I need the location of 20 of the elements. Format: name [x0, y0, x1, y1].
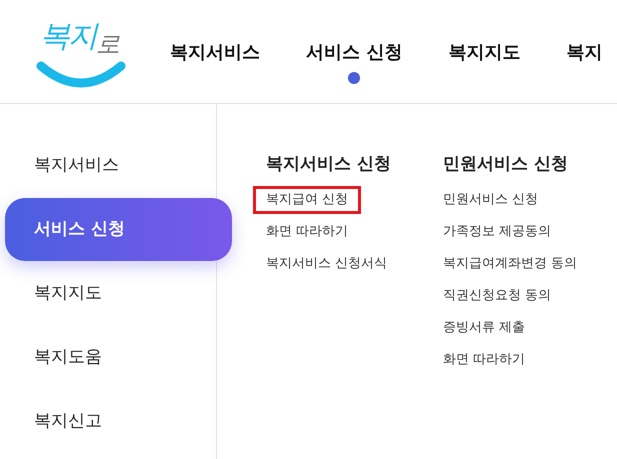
submenu-heading: 민원서비스 신청: [442, 153, 568, 175]
sidebar-item[interactable]: 복지지도: [0, 262, 112, 325]
nav-tab[interactable]: 복지지도: [448, 40, 520, 84]
submenu-link[interactable]: 민원서비스 신청: [442, 189, 538, 221]
submenu-link[interactable]: 복지급여 신청: [256, 189, 358, 211]
submenu-link[interactable]: 가족정보 제공동의: [442, 221, 552, 253]
submenu-link[interactable]: 화면 따라하기: [266, 221, 348, 253]
nav-tab[interactable]: 복지: [566, 40, 602, 84]
sidebar-item[interactable]: 서비스 신청: [5, 198, 232, 261]
submenu-link[interactable]: 직권신청요청 동의: [442, 285, 552, 317]
submenu-link[interactable]: 증빙서류 제출: [442, 317, 526, 349]
sidebar-item[interactable]: 복지신고: [0, 390, 112, 453]
submenu-heading: 복지서비스 신청: [266, 153, 391, 175]
sidebar-item[interactable]: 복지도움: [0, 326, 112, 389]
submenu-link[interactable]: 복지서비스 신청서식: [266, 253, 388, 285]
submenu-link[interactable]: 화면 따라하기: [442, 349, 526, 381]
nav-tab[interactable]: 서비스 신청: [306, 40, 402, 84]
nav-tab[interactable]: 복지서비스: [170, 40, 260, 84]
sidebar-item[interactable]: 복지서비스: [0, 134, 129, 197]
submenu-link[interactable]: 복지급여계좌변경 동의: [442, 253, 578, 285]
